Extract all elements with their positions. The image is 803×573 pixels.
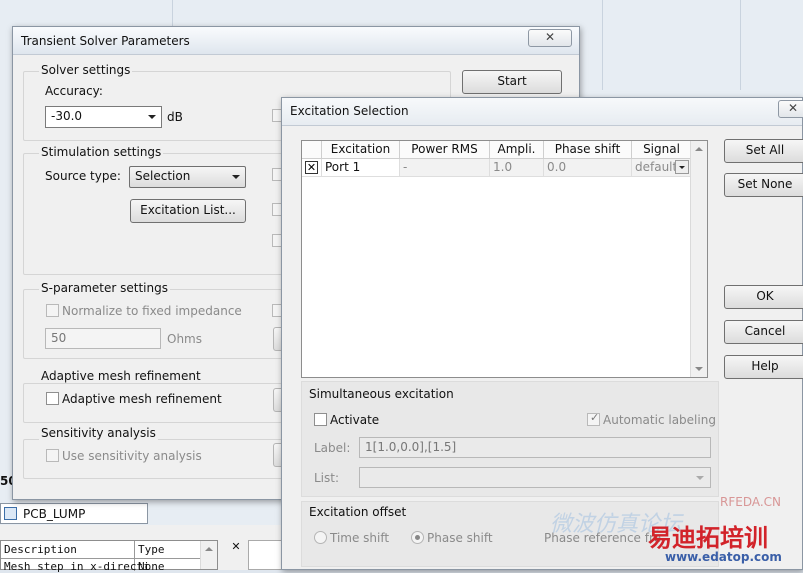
signal-value: default: [635, 160, 678, 174]
list-field-label: List:: [314, 471, 340, 485]
time-shift-label: Time shift: [330, 531, 390, 545]
excitation-list-button[interactable]: Excitation List...: [130, 199, 246, 223]
watermark-site-code: RFEDA.CN: [720, 495, 782, 509]
ok-button[interactable]: OK: [724, 285, 803, 309]
close-icon: ✕: [544, 30, 556, 44]
set-none-button[interactable]: Set None: [724, 173, 803, 197]
sensitivity-label: Sensitivity analysis: [39, 426, 158, 440]
cell-power-rms[interactable]: -: [400, 159, 490, 177]
normalize-label: Normalize to fixed impedance: [62, 304, 242, 318]
panel-close-icon[interactable]: ✕: [229, 540, 243, 554]
grid-corner: [302, 141, 322, 159]
automatic-labeling-label: Automatic labeling: [603, 413, 716, 427]
tab-label: PCB_LUMP: [23, 507, 86, 521]
row-checkbox[interactable]: ✕: [305, 161, 318, 174]
close-button[interactable]: ✕: [528, 29, 572, 47]
help-button[interactable]: Help: [724, 355, 803, 379]
background-grid-line: [740, 0, 741, 90]
set-all-button[interactable]: Set All: [724, 139, 803, 163]
cell-excitation[interactable]: Port 1: [322, 159, 400, 177]
close-icon: ✕: [787, 101, 799, 115]
row-checkbox-cell[interactable]: ✕: [302, 159, 322, 177]
sensitivity-checkbox-label: Use sensitivity analysis: [62, 449, 202, 463]
cancel-button[interactable]: Cancel: [724, 320, 803, 344]
component-icon: [4, 507, 17, 520]
sensitivity-checkbox[interactable]: [46, 449, 59, 462]
simultaneous-excitation-label: Simultaneous excitation: [309, 387, 454, 401]
start-button[interactable]: Start: [462, 70, 562, 94]
impedance-field[interactable]: 50: [45, 328, 161, 349]
watermark-url: www.edatop.com: [665, 550, 782, 564]
header-divider: [1, 558, 217, 559]
title-bar: Transient Solver Parameters ✕: [13, 27, 579, 55]
normalize-checkbox[interactable]: [46, 304, 59, 317]
adaptive-mesh-label: Adaptive mesh refinement: [39, 369, 203, 383]
source-type-label: Source type:: [45, 169, 121, 183]
activate-label: Activate: [330, 413, 380, 427]
sparameter-settings-label: S-parameter settings: [39, 281, 170, 295]
activate-checkbox[interactable]: [314, 413, 327, 426]
source-type-dropdown[interactable]: Selection: [129, 166, 246, 188]
adaptive-mesh-checkbox[interactable]: [46, 392, 59, 405]
check-icon: ✓: [590, 411, 600, 424]
column-header-signal[interactable]: Signal: [632, 141, 692, 159]
phase-shift-label: Phase shift: [427, 531, 493, 545]
title-bar: Excitation Selection ✕: [282, 98, 803, 126]
scroll-up-icon[interactable]: [695, 147, 703, 151]
source-type-value: Selection: [135, 169, 191, 183]
table-header-description: Description: [4, 543, 77, 556]
background-grid-line: [602, 0, 603, 90]
watermark-brand: 易迪拓培训: [648, 524, 768, 552]
label-field[interactable]: 1[1.0,0.0],[1.5]: [359, 437, 711, 458]
chevron-down-icon: [679, 166, 685, 169]
chevron-down-icon: [232, 175, 240, 179]
column-header-phase-shift[interactable]: Phase shift: [544, 141, 632, 159]
table-header-type: Type: [138, 543, 165, 556]
scroll-up-icon[interactable]: [205, 547, 213, 551]
table-scrollbar[interactable]: [200, 541, 217, 569]
cell-signal[interactable]: default: [632, 159, 692, 177]
excitation-offset-label: Excitation offset: [309, 505, 407, 519]
scroll-down-icon[interactable]: [695, 367, 703, 371]
close-button[interactable]: ✕: [778, 100, 803, 118]
cell-phase-shift[interactable]: 0.0: [544, 159, 632, 177]
cell-ampli[interactable]: 1.0: [490, 159, 544, 177]
grid-scrollbar[interactable]: [690, 141, 707, 377]
table-cell-type: None: [138, 560, 165, 573]
phase-shift-radio[interactable]: [411, 531, 424, 544]
time-shift-radio[interactable]: [314, 531, 327, 544]
column-header-power-rms[interactable]: Power RMS: [400, 141, 490, 159]
label-field-label: Label:: [314, 441, 351, 455]
radio-dot-icon: [415, 535, 420, 540]
pcb-lump-tab[interactable]: PCB_LUMP: [0, 503, 148, 524]
impedance-unit: Ohms: [167, 332, 202, 346]
properties-table: Description Type Mesh step in x-directi …: [0, 540, 218, 573]
accuracy-dropdown[interactable]: -30.0: [45, 106, 162, 128]
adaptive-mesh-checkbox-label: Adaptive mesh refinement: [62, 392, 222, 406]
column-header-ampli[interactable]: Ampli.: [490, 141, 544, 159]
dialog-title: Transient Solver Parameters: [21, 34, 190, 48]
accuracy-label: Accuracy:: [45, 84, 103, 98]
column-header-excitation[interactable]: Excitation: [322, 141, 400, 159]
accuracy-value: -30.0: [51, 109, 83, 123]
solver-settings-label: Solver settings: [39, 63, 133, 77]
table-cell-description: Mesh step in x-directi: [4, 560, 150, 573]
watermark: 微波仿真论坛 RFEDA.CN 易迪拓培训 www.edatop.com: [540, 478, 803, 570]
accuracy-unit: dB: [167, 110, 183, 124]
automatic-labeling-checkbox[interactable]: ✓: [587, 411, 600, 426]
stimulation-settings-label: Stimulation settings: [39, 145, 164, 159]
excitation-grid: Excitation Power RMS Ampli. Phase shift …: [301, 140, 708, 378]
dialog-title: Excitation Selection: [290, 104, 409, 118]
signal-dropdown-button[interactable]: [675, 160, 689, 174]
chevron-down-icon: [148, 115, 156, 119]
